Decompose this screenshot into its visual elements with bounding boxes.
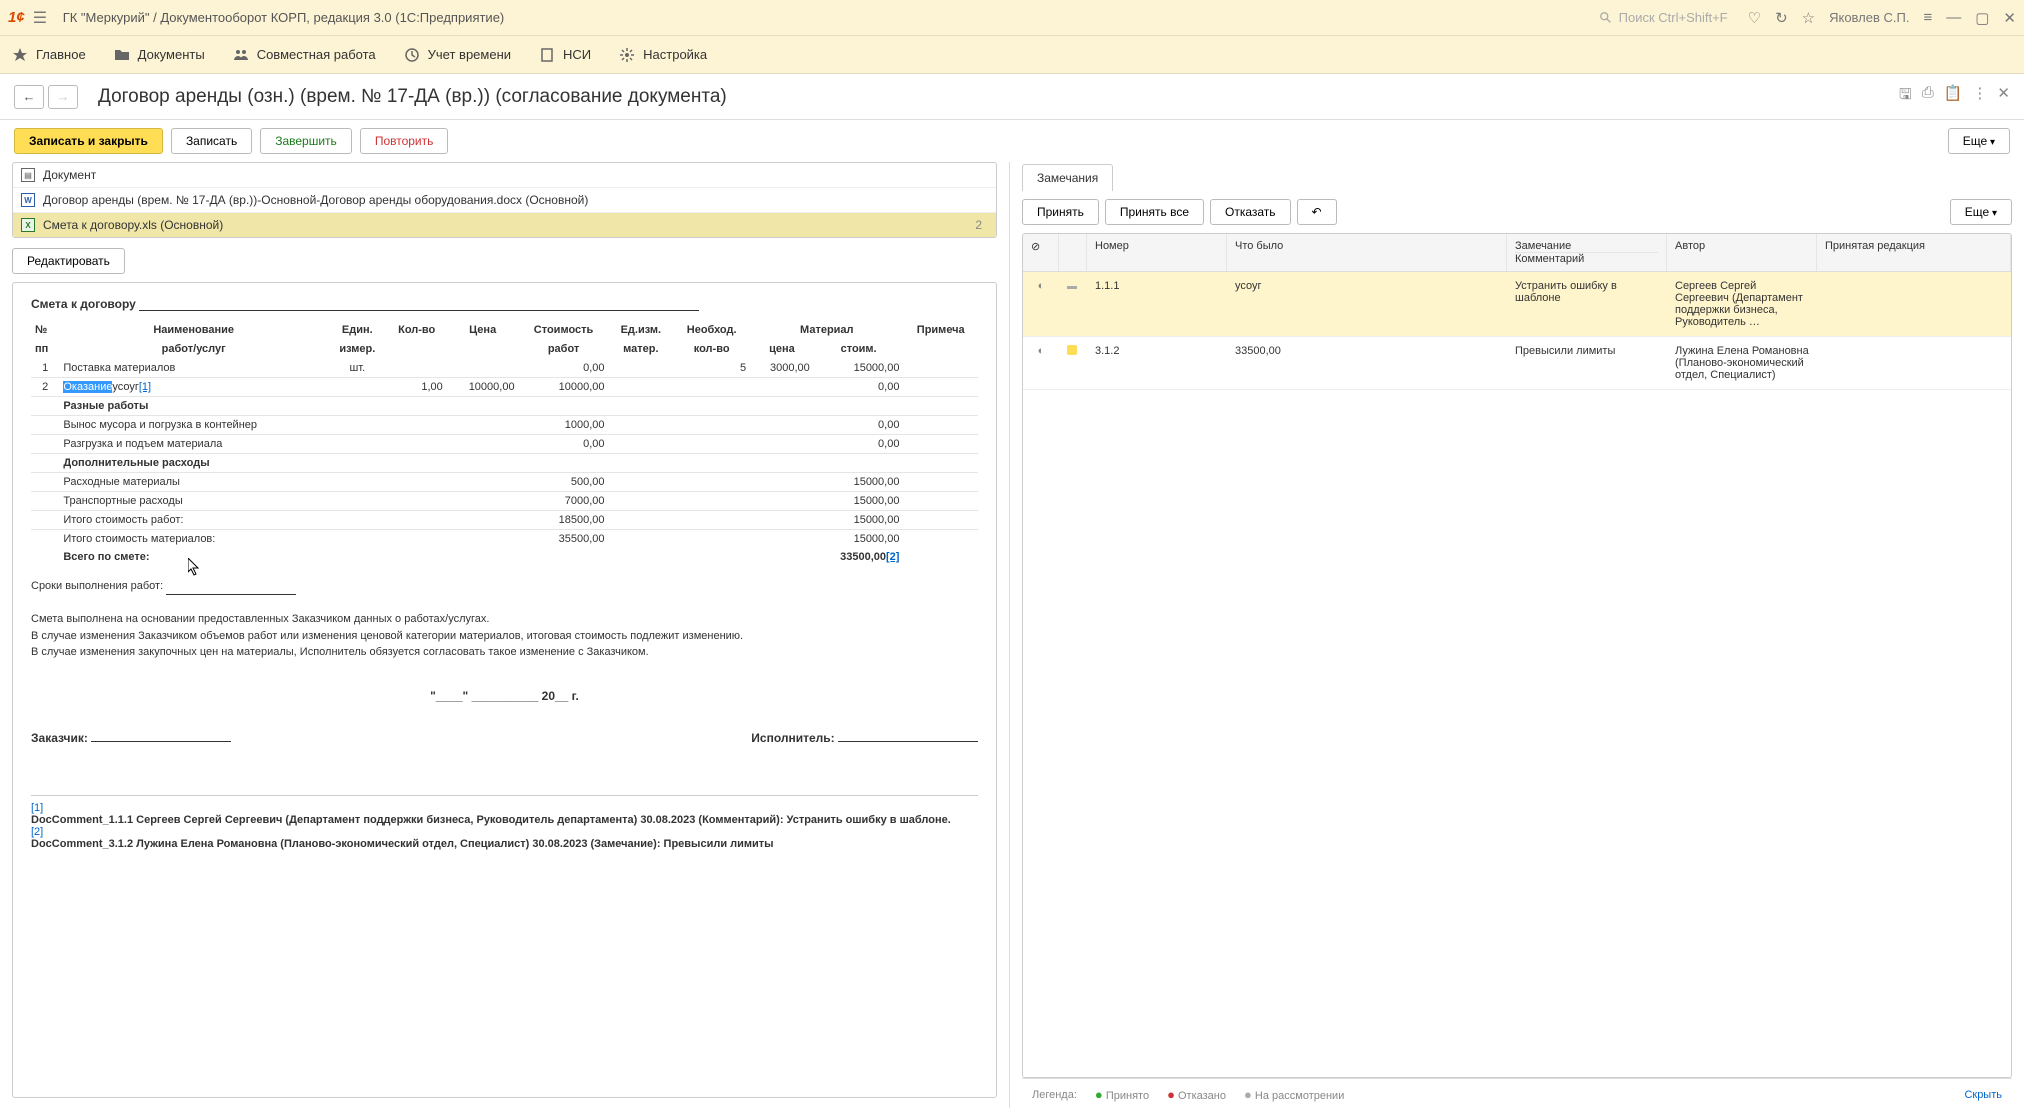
remarks-count-badge: 2 — [975, 218, 988, 232]
user-name[interactable]: Яковлев С.П. — [1829, 10, 1909, 25]
nav-back[interactable]: ← — [14, 85, 44, 109]
nav-forward[interactable]: → — [48, 85, 78, 109]
save-icon[interactable]: 🖫 — [1899, 84, 1912, 109]
table-row: Вынос мусора и погрузка в контейнер1000,… — [31, 416, 978, 435]
date-template: "____" __________ 20__ г. — [31, 689, 978, 703]
book-icon — [539, 47, 555, 63]
folder-icon — [114, 47, 130, 63]
action-bar: Записать и закрыть Записать Завершить По… — [0, 120, 2024, 162]
complete-button[interactable]: Завершить — [260, 128, 352, 154]
right-panel: Замечания Принять Принять все Отказать ↶… — [1010, 162, 2024, 1108]
save-close-button[interactable]: Записать и закрыть — [14, 128, 163, 154]
remarks-row[interactable]: ◐▬1.1.1усоугУстранить ошибку в шаблонеСе… — [1023, 272, 2011, 337]
more-button[interactable]: Еще — [1948, 128, 2010, 154]
clock-icon — [404, 47, 420, 63]
left-panel: ▤ Документ W Договор аренды (врем. № 17-… — [0, 162, 1010, 1108]
col-comment: Комментарий — [1515, 252, 1658, 265]
retry-button[interactable]: Повторить — [360, 128, 449, 154]
doc-header: ← → Договор аренды (озн.) (врем. № 17-ДА… — [0, 74, 2024, 120]
doc-title: Договор аренды (озн.) (врем. № 17-ДА (вр… — [98, 86, 1899, 108]
gear-icon — [619, 47, 635, 63]
maximize-icon[interactable]: ▢ — [1975, 9, 1989, 27]
col-status-icon: ⊘ — [1023, 234, 1059, 271]
table-row: Разные работы — [31, 397, 978, 416]
table-row: Транспортные расходы7000,0015000,00 — [31, 492, 978, 511]
undo-button[interactable]: ↶ — [1297, 199, 1337, 225]
hide-legend-link[interactable]: Скрыть — [1964, 1089, 2002, 1101]
titlebar-right: ♡ ↻ ☆ Яковлев С.П. ≡ — ▢ ✕ — [1748, 9, 2016, 27]
logo-1c: 1¢ — [8, 9, 25, 26]
nav-settings[interactable]: Настройка — [619, 47, 707, 63]
xls-icon: X — [21, 218, 35, 232]
total-label: Всего по смете: — [59, 548, 328, 566]
table-row: Расходные материалы500,0015000,00 — [31, 473, 978, 492]
col-redaction: Принятая редакция — [1817, 234, 2011, 271]
docx-icon: W — [21, 193, 35, 207]
tab-remarks[interactable]: Замечания — [1022, 164, 1113, 191]
file-row-docx[interactable]: W Договор аренды (врем. № 17-ДА (вр.))-О… — [13, 188, 996, 213]
table-row: Итого стоимость работ:18500,0015000,00 — [31, 511, 978, 530]
print-icon[interactable]: ⎙ — [1922, 84, 1934, 109]
reject-button[interactable]: Отказать — [1210, 199, 1291, 225]
col-number: Номер — [1087, 234, 1227, 271]
save-button[interactable]: Записать — [171, 128, 252, 154]
search-placeholder: Поиск Ctrl+Shift+F — [1619, 10, 1728, 25]
app-title: ГК "Меркурий" / Документооборот КОРП, ре… — [63, 10, 1599, 25]
panel-icon[interactable]: ≡ — [1923, 9, 1932, 26]
estimate-title: Смета к договору — [31, 297, 978, 311]
minimize-icon[interactable]: — — [1946, 9, 1961, 26]
col-what: Что было — [1227, 234, 1507, 271]
legend: Легенда: ● Принято ● Отказано ● На рассм… — [1022, 1078, 2012, 1108]
content: ▤ Документ W Договор аренды (врем. № 17-… — [0, 162, 2024, 1108]
nav-collab[interactable]: Совместная работа — [233, 47, 376, 63]
table-row: 2Оказаниеусоуг[1]1,0010000,0010000,000,0… — [31, 378, 978, 397]
remarks-table: ⊘ Номер Что было Замечание Комментарий А… — [1022, 233, 2012, 1078]
accept-all-button[interactable]: Принять все — [1105, 199, 1204, 225]
attach-icon[interactable]: 📋 — [1944, 84, 1963, 109]
kebab-icon[interactable]: ⋮ — [1972, 84, 1987, 109]
nav-documents[interactable]: Документы — [114, 47, 205, 63]
remarks-header: ⊘ Номер Что было Замечание Комментарий А… — [1023, 234, 2011, 272]
menu-icon[interactable]: ☰ — [33, 8, 53, 28]
remarks-row[interactable]: ◐3.1.233500,00Превысили лимитыЛужина Еле… — [1023, 337, 2011, 390]
history-icon[interactable]: ↻ — [1775, 9, 1788, 27]
nav-time[interactable]: Учет времени — [404, 47, 511, 63]
table-row: Дополнительные расходы — [31, 454, 978, 473]
file-label: Смета к договору.xls (Основной) — [43, 218, 967, 232]
main-nav: Главное Документы Совместная работа Учет… — [0, 36, 2024, 74]
file-list: ▤ Документ W Договор аренды (врем. № 17-… — [12, 162, 997, 238]
file-row-document[interactable]: ▤ Документ — [13, 163, 996, 188]
estimate-table: № Наименование Един. Кол-во Цена Стоимос… — [31, 321, 978, 566]
table-row: 1Поставка материаловшт.0,0053000,0015000… — [31, 359, 978, 378]
star-icon — [12, 47, 28, 63]
doc-icon: ▤ — [21, 168, 35, 182]
nav-home[interactable]: Главное — [12, 47, 86, 63]
file-label: Договор аренды (врем. № 17-ДА (вр.))-Осн… — [43, 193, 988, 207]
edit-button[interactable]: Редактировать — [12, 248, 125, 274]
table-row: Итого стоимость материалов:35500,0015000… — [31, 530, 978, 549]
remarks-toolbar: Принять Принять все Отказать ↶ Еще — [1022, 191, 2012, 233]
col-remark: Замечание — [1515, 240, 1658, 252]
search-icon — [1599, 11, 1613, 25]
file-preview[interactable]: Смета к договору № Наименование Един. Ко… — [12, 282, 997, 1098]
remarks-more-button[interactable]: Еще — [1950, 199, 2012, 225]
bell-icon[interactable]: ♡ — [1748, 9, 1761, 27]
nav-nsi[interactable]: НСИ — [539, 47, 591, 63]
table-row: Разгрузка и подъем материала0,000,00 — [31, 435, 978, 454]
star-icon[interactable]: ☆ — [1802, 9, 1815, 27]
col-author: Автор — [1667, 234, 1817, 271]
file-label: Документ — [43, 168, 988, 182]
people-icon — [233, 47, 249, 63]
accept-button[interactable]: Принять — [1022, 199, 1099, 225]
file-row-xls[interactable]: X Смета к договору.xls (Основной) 2 — [13, 213, 996, 237]
titlebar: 1¢ ☰ ГК "Меркурий" / Документооборот КОР… — [0, 0, 2024, 36]
close-form-icon[interactable]: ✕ — [1997, 84, 2010, 109]
close-icon[interactable]: ✕ — [2003, 9, 2016, 27]
global-search[interactable]: Поиск Ctrl+Shift+F — [1599, 10, 1728, 25]
